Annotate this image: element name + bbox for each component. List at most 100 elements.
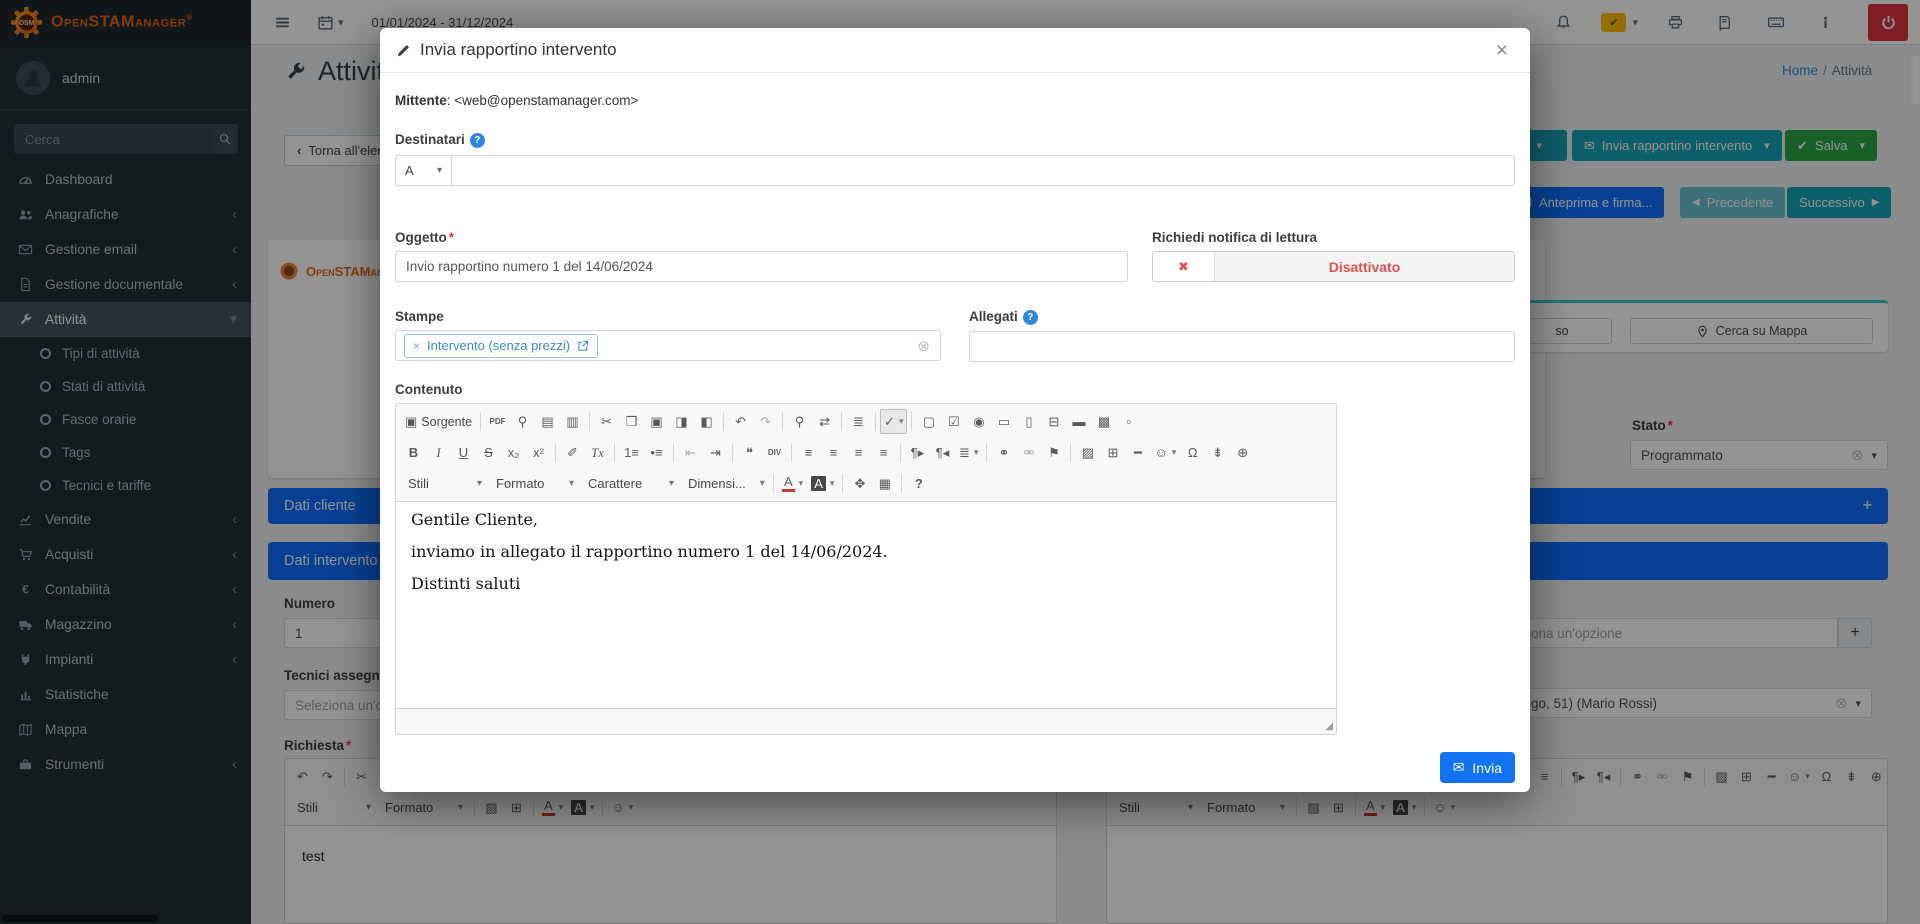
editor-text-color-button[interactable]: A▾ xyxy=(778,471,807,496)
editor-paste-word-button[interactable]: ◧ xyxy=(694,409,719,434)
editor-maximize-button[interactable]: ✥ xyxy=(847,471,872,496)
editor-textarea-button[interactable]: ▯ xyxy=(1016,409,1041,434)
copy-formatting-icon: ✐ xyxy=(567,446,578,459)
editor-special-char-button[interactable]: Ω xyxy=(1180,440,1205,465)
external-link-icon[interactable] xyxy=(577,340,589,352)
editor-italic-button[interactable]: I xyxy=(426,440,451,465)
editor-select-field-button[interactable]: ⊟ xyxy=(1041,409,1066,434)
editor-iframe-button[interactable]: ⊕ xyxy=(1230,440,1255,465)
editor-find-button[interactable]: ⚲ xyxy=(787,409,812,434)
editor-replace-button[interactable]: ⇄ xyxy=(812,409,837,434)
editor-outdent-button[interactable]: ⇤ xyxy=(678,440,703,465)
stampe-tag[interactable]: × Intervento (senza prezzi) xyxy=(404,334,598,358)
editor-align-center-button[interactable]: ≡ xyxy=(821,440,846,465)
editor-align-left-button[interactable]: ≡ xyxy=(796,440,821,465)
editor-undo-button[interactable]: ↶ xyxy=(728,409,753,434)
editor-page-break-button[interactable]: ⇟ xyxy=(1205,440,1230,465)
editor-radio-button[interactable]: ◉ xyxy=(966,409,991,434)
resize-handle-icon[interactable]: ◢ xyxy=(1325,721,1333,732)
editor-blockquote-button[interactable]: ❝ xyxy=(737,440,762,465)
editor-source-button[interactable]: ▣Sorgente xyxy=(401,409,476,434)
oggetto-input[interactable] xyxy=(395,251,1128,282)
destinatari-type-select[interactable]: A▾ xyxy=(395,155,452,186)
editor-button-field-button[interactable]: ▬ xyxy=(1066,409,1091,434)
allegati-input[interactable] xyxy=(969,331,1515,362)
table-icon: ⊞ xyxy=(1107,446,1118,459)
underline-icon: U xyxy=(459,446,468,459)
editor-bold-button[interactable]: B xyxy=(401,440,426,465)
editor-bidi-rtl-button[interactable]: ¶◂ xyxy=(930,440,955,465)
destinatari-group: A▾ xyxy=(395,155,1515,186)
stampe-label: Stampe xyxy=(395,309,941,324)
editor-print-button[interactable]: ▤ xyxy=(535,409,560,434)
language-icon: ≣ xyxy=(959,446,970,459)
editor-paste-text-button[interactable]: ◨ xyxy=(669,409,694,434)
editor-font-size-select[interactable]: Dimensi...▾ xyxy=(681,471,769,496)
toolbar-separator xyxy=(841,412,842,431)
editor-unlink-button[interactable]: ⚮ xyxy=(1016,440,1041,465)
select-all-icon: ≣ xyxy=(853,415,864,428)
editor-language-button[interactable]: ≣▾ xyxy=(955,440,982,465)
help-icon[interactable]: ? xyxy=(1023,310,1038,325)
editor-show-blocks-button[interactable]: ▦ xyxy=(872,471,897,496)
editor-strike-button[interactable]: S xyxy=(476,440,501,465)
editor-smiley-button[interactable]: ☺▾ xyxy=(1150,440,1180,465)
editor-spellcheck-button[interactable]: ✓▾ xyxy=(880,409,907,434)
editor-about-button[interactable]: ? xyxy=(906,471,931,496)
contenuto-label: Contenuto xyxy=(395,382,1515,397)
hidden-field-icon: ▫ xyxy=(1127,415,1132,428)
editor-preview-button[interactable]: ⚲ xyxy=(510,409,535,434)
editor-underline-button[interactable]: U xyxy=(451,440,476,465)
smiley-icon: ☺ xyxy=(1154,446,1167,459)
invia-button[interactable]: ✉ Invia xyxy=(1440,752,1515,783)
editor-format-select[interactable]: Formato▾ xyxy=(489,471,581,496)
editor-text-field-button[interactable]: ▭ xyxy=(991,409,1016,434)
editor-templates-button[interactable]: ▥ xyxy=(560,409,585,434)
notifica-toggle[interactable]: ✖ Disattivato xyxy=(1152,251,1515,282)
destinatari-input[interactable] xyxy=(452,155,1515,186)
toolbar-separator xyxy=(732,443,733,462)
editor-export-pdf-button[interactable]: PDF xyxy=(485,409,510,434)
close-button[interactable]: × xyxy=(1490,39,1514,62)
editor-cut-button[interactable]: ✂ xyxy=(594,409,619,434)
editor-bidi-ltr-button[interactable]: ¶▸ xyxy=(905,440,930,465)
editor-subscript-button[interactable]: x₂ xyxy=(501,440,526,465)
tag-remove-icon[interactable]: × xyxy=(413,339,420,353)
editor-styles-select[interactable]: Stili▾ xyxy=(401,471,489,496)
editor-select-all-button[interactable]: ≣ xyxy=(846,409,871,434)
editor-numbered-list-button[interactable]: 1≡ xyxy=(619,440,644,465)
editor-image-button-button[interactable]: ▩ xyxy=(1091,409,1116,434)
remove-format-icon: Tx xyxy=(591,446,604,459)
editor-bulleted-list-button[interactable]: •≡ xyxy=(644,440,669,465)
editor-checkbox-button[interactable]: ☑ xyxy=(941,409,966,434)
replace-icon: ⇄ xyxy=(819,415,830,428)
editor-image-button[interactable]: ▨ xyxy=(1075,440,1100,465)
editor-redo-button[interactable]: ↷ xyxy=(753,409,778,434)
editor-bg-color-button[interactable]: A▾ xyxy=(807,471,838,496)
editor-table-button[interactable]: ⊞ xyxy=(1100,440,1125,465)
editor-superscript-button[interactable]: x² xyxy=(526,440,551,465)
editor-font-select[interactable]: Carattere▾ xyxy=(581,471,681,496)
redo-icon: ↷ xyxy=(760,415,771,428)
paste-word-icon: ◧ xyxy=(700,415,712,428)
editor-anchor-button[interactable]: ⚑ xyxy=(1041,440,1066,465)
editor-link-button[interactable]: ⚭ xyxy=(991,440,1016,465)
editor-div-container-button[interactable]: DIV xyxy=(762,440,787,465)
editor-align-right-button[interactable]: ≡ xyxy=(846,440,871,465)
editor-indent-button[interactable]: ⇥ xyxy=(703,440,728,465)
stampe-select[interactable]: × Intervento (senza prezzi) ⊗ xyxy=(395,330,941,361)
editor-content[interactable]: Gentile Cliente,inviamo in allegato il r… xyxy=(396,502,1336,708)
editor-copy-formatting-button[interactable]: ✐ xyxy=(560,440,585,465)
editor-remove-format-button[interactable]: Tx xyxy=(585,440,610,465)
editor-form-button[interactable]: ▢ xyxy=(916,409,941,434)
help-icon[interactable]: ? xyxy=(470,133,485,148)
paste-icon: ▣ xyxy=(650,415,662,428)
editor-horizontal-rule-button[interactable]: ━ xyxy=(1125,440,1150,465)
editor-copy-button[interactable]: ❐ xyxy=(619,409,644,434)
editor-hidden-field-button[interactable]: ▫ xyxy=(1116,409,1141,434)
clear-icon[interactable]: ⊗ xyxy=(917,337,930,355)
editor-align-justify-button[interactable]: ≡ xyxy=(871,440,896,465)
notifica-field: Richiedi notifica di lettura ✖ Disattiva… xyxy=(1152,230,1515,282)
cross-icon: ✖ xyxy=(1178,259,1189,275)
editor-paste-button[interactable]: ▣ xyxy=(644,409,669,434)
